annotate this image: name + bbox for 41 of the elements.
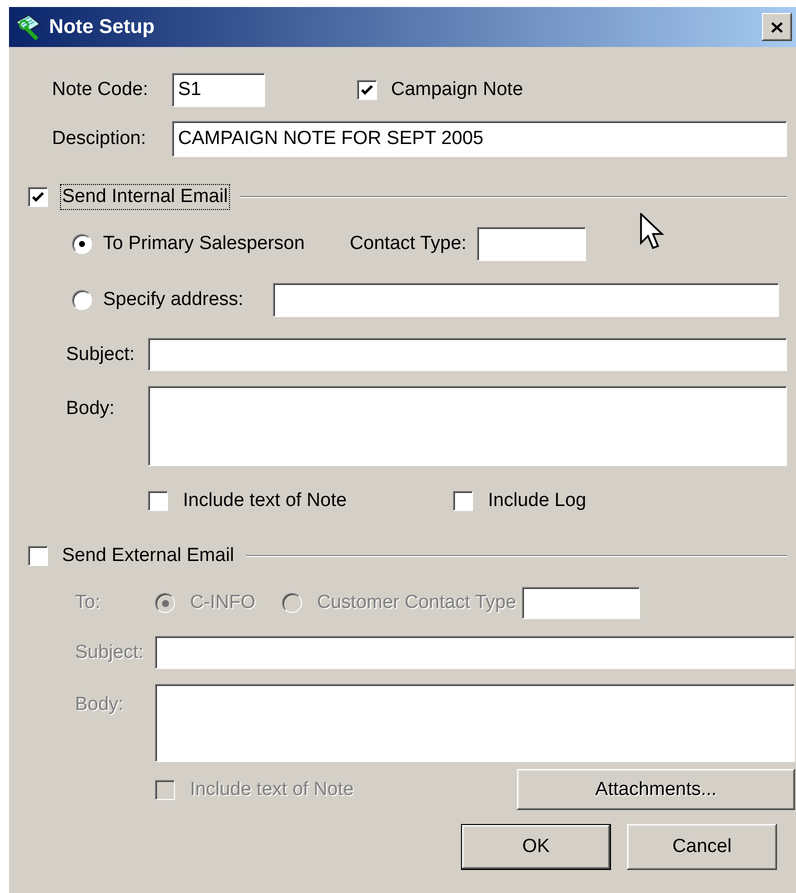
checkbox[interactable] [357, 80, 377, 100]
input-field[interactable] [148, 338, 787, 371]
text-area[interactable] [148, 386, 787, 466]
window-title: Note Setup [49, 16, 156, 38]
input-field[interactable] [476, 227, 586, 261]
input-field[interactable] [522, 587, 640, 619]
input-field[interactable] [273, 283, 779, 317]
checkbox-label: Include text of Note [183, 490, 348, 512]
close-icon [771, 22, 783, 32]
checkmark-icon [361, 84, 373, 96]
checkbox[interactable] [148, 491, 168, 511]
mouse-pointer-icon [640, 213, 664, 251]
field-label: Contact Type: [350, 233, 467, 255]
input-field[interactable] [155, 636, 795, 669]
field-label: Note Code: [52, 79, 150, 101]
radio-button[interactable] [72, 290, 92, 310]
checkbox[interactable] [453, 491, 473, 511]
radio-label: Customer Contact Type [317, 592, 516, 614]
checkbox-label: Campaign Note [391, 79, 524, 101]
radio-label: C-INFO [190, 592, 256, 614]
section-heading: Send External Email [62, 545, 234, 567]
checkbox[interactable] [28, 187, 48, 207]
field-label: Subject: [66, 344, 136, 366]
radio-button[interactable] [72, 234, 92, 254]
checkbox-label: Include Log [488, 490, 586, 512]
field-label: Body: [66, 398, 116, 420]
dialog-button[interactable]: Cancel [627, 824, 777, 870]
input-field[interactable]: CAMPAIGN NOTE FOR SEPT 2005 [172, 121, 787, 157]
input-field[interactable]: S1 [172, 73, 265, 107]
radio-label: To Primary Salesperson [103, 233, 305, 255]
dialog-button[interactable]: OK [461, 824, 611, 870]
field-label: Subject: [75, 642, 145, 664]
checkmark-icon [32, 192, 44, 202]
section-heading: Send Internal Email [62, 186, 228, 208]
checkbox-label: Include text of Note [190, 778, 355, 800]
field-label: Desciption: [52, 128, 147, 150]
close-button[interactable] [762, 13, 792, 41]
field-label: Body: [75, 694, 125, 716]
radio-label: Specify address: [103, 289, 244, 311]
field-label: To: [75, 592, 102, 614]
note-magnifier-icon [13, 12, 43, 42]
